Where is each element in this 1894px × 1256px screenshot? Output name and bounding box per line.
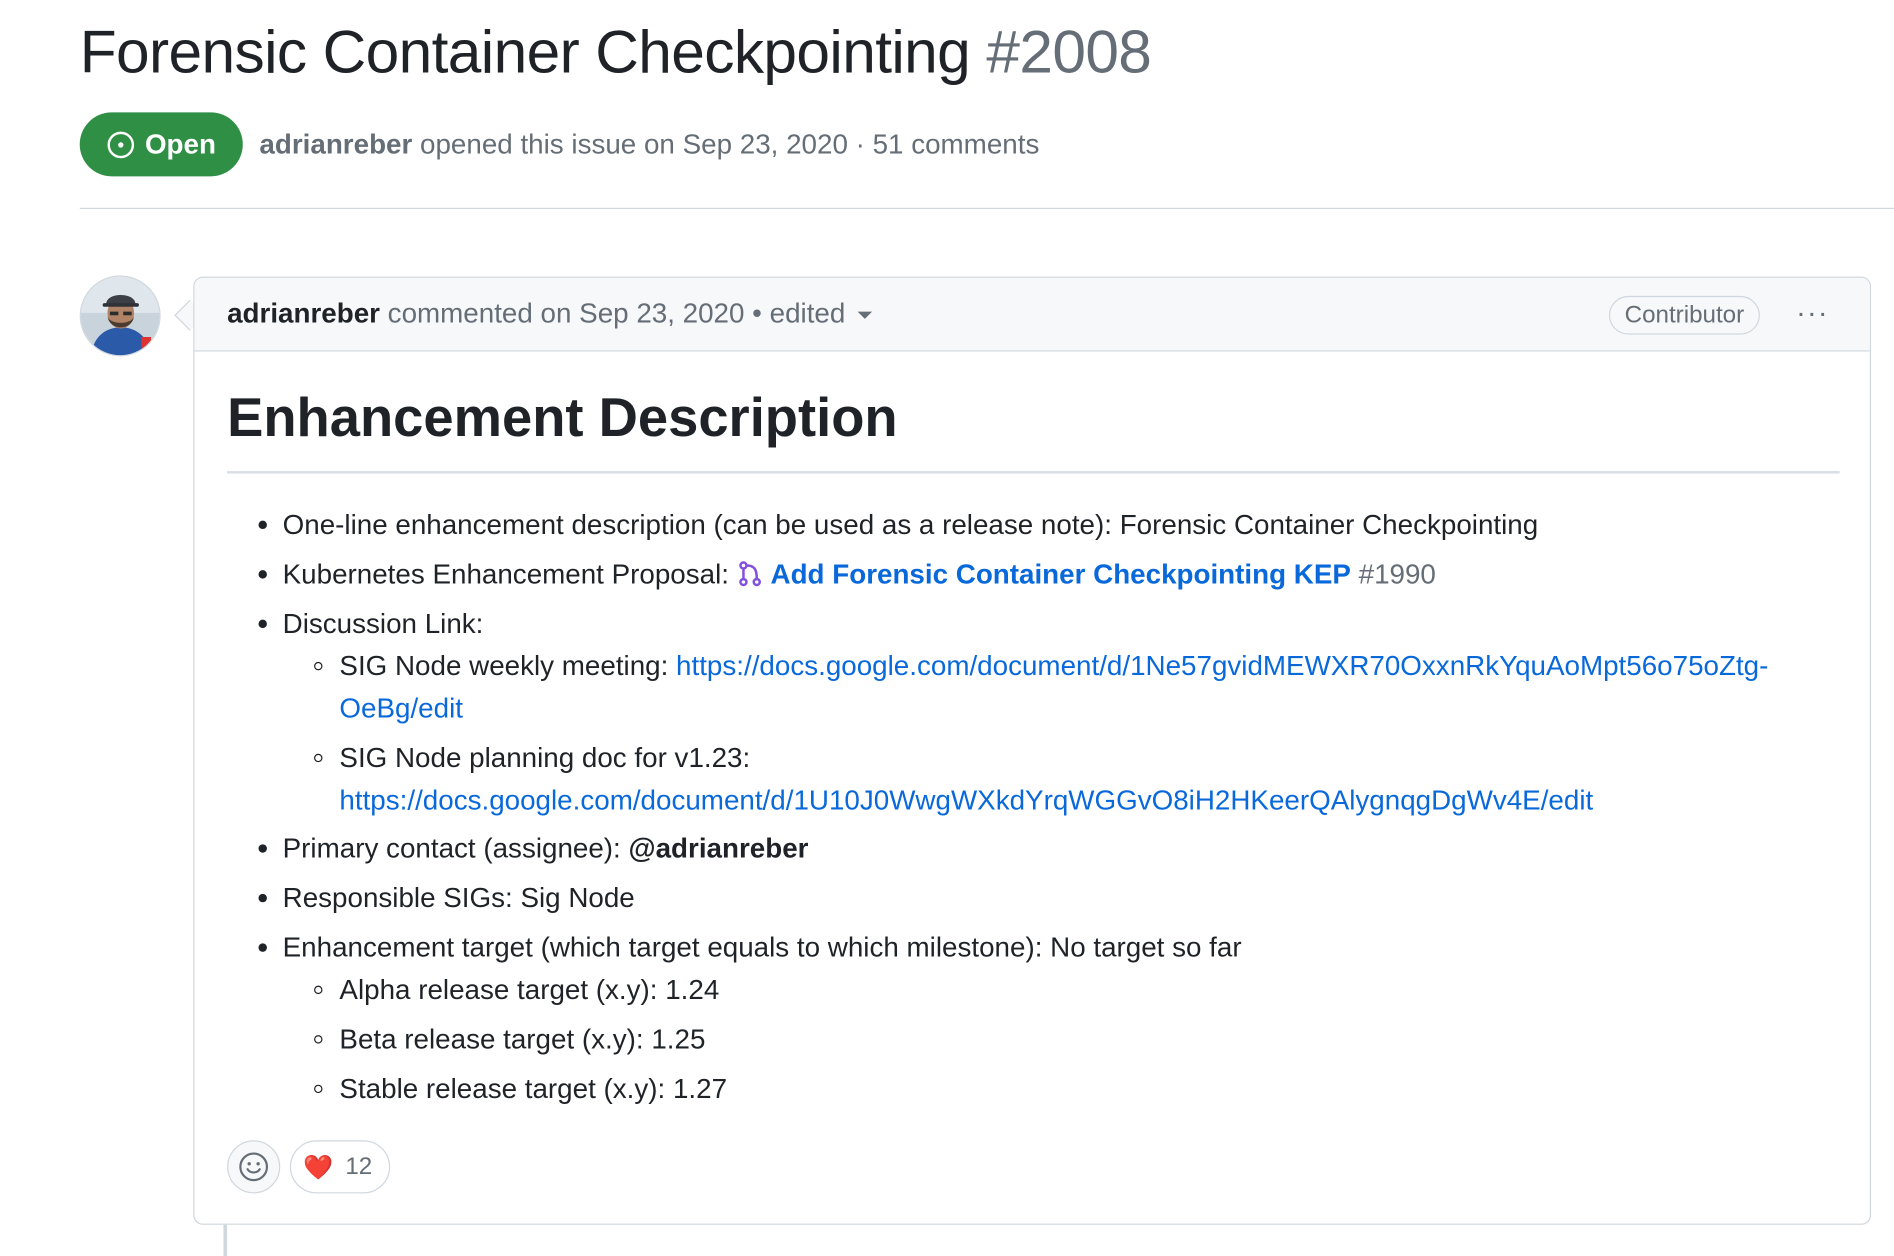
comment-byline: adrianreber commented on Sep 23, 2020 • … — [227, 297, 872, 330]
sub-item-alpha: Alpha release target (x.y): 1.24 — [339, 973, 720, 1005]
sub-item-planning-link: https://docs.google.com/document/d/1U10J… — [339, 784, 1593, 817]
issue-opened-icon — [107, 131, 135, 158]
sub-bullet — [314, 1084, 323, 1094]
heading-rule — [227, 471, 1840, 473]
timeline-line — [223, 1224, 228, 1256]
comment-header: adrianreber commented on Sep 23, 2020 • … — [194, 277, 1870, 352]
reactions-row: ❤️ 12 — [227, 1140, 391, 1194]
sub-item-beta: Beta release target (x.y): 1.25 — [339, 1023, 706, 1055]
kep-pr-number: #1990 — [1358, 558, 1436, 590]
kep-label: Kubernetes Enhancement Proposal: — [282, 558, 737, 590]
heart-reaction-button[interactable]: ❤️ 12 — [289, 1140, 391, 1194]
edited-label: • edited — [752, 297, 846, 329]
issue-title-text: Forensic Container Checkpointing — [79, 18, 971, 86]
contact-mention[interactable]: @adrianreber — [629, 832, 809, 863]
comment-heading: Enhancement Description — [227, 386, 898, 449]
add-reaction-button[interactable] — [227, 1140, 281, 1194]
contributor-badge: Contributor — [1608, 295, 1760, 335]
heart-count: 12 — [345, 1152, 373, 1180]
issue-title: Forensic Container Checkpointing #2008 — [80, 17, 1152, 87]
sub-item-stable: Stable release target (x.y): 1.27 — [339, 1072, 728, 1105]
weekly-meeting-link[interactable]: https://docs.google.com/document/d/1Ne57… — [676, 650, 1768, 681]
list-item-kep: Kubernetes Enhancement Proposal: Add For… — [283, 558, 1436, 591]
bullet — [258, 520, 267, 530]
avatar[interactable] — [79, 275, 161, 357]
sub-bullet — [314, 985, 323, 995]
list-item-target: Enhancement target (which target equals … — [282, 931, 1242, 963]
issue-meta-details: opened this issue on Sep 23, 2020 · 51 c… — [420, 128, 1040, 160]
header-divider — [79, 207, 1894, 209]
kep-pr-link[interactable]: Add Forensic Container Checkpointing KEP — [771, 558, 1351, 589]
list-item-sigs: Responsible SIGs: Sig Node — [282, 881, 635, 914]
bullet — [258, 893, 267, 903]
weekly-meeting-link-cont[interactable]: OeBg/edit — [339, 692, 463, 723]
kebab-icon[interactable]: ··· — [1796, 297, 1829, 331]
caret-down-icon — [857, 311, 872, 319]
bullet — [258, 844, 267, 853]
issue-page: Forensic Container Checkpointing #2008 O… — [0, 0, 1894, 1256]
comment-meta: commented on Sep 23, 2020 — [387, 297, 745, 329]
heart-icon: ❤️ — [303, 1154, 334, 1181]
issue-meta-text: adrianreber opened this issue on Sep 23,… — [259, 128, 1039, 161]
smiley-icon — [239, 1152, 269, 1182]
sub-item-weekly: SIG Node weekly meeting: https://docs.go… — [339, 650, 1768, 683]
list-item-one-line: One-line enhancement description (can be… — [282, 508, 1539, 540]
weekly-label: SIG Node weekly meeting: — [339, 649, 677, 682]
list-item-discussion: Discussion Link: — [282, 607, 484, 639]
comment-author-link[interactable]: adrianreber — [227, 297, 380, 328]
bullet — [258, 570, 267, 579]
issue-author-link[interactable]: adrianreber — [259, 128, 412, 159]
bullet — [258, 943, 267, 952]
avatar-image — [80, 276, 160, 356]
git-pull-request-icon — [739, 561, 761, 587]
contact-label: Primary contact (assignee): — [282, 832, 629, 864]
bullet — [258, 619, 267, 629]
edited-dropdown[interactable]: • edited — [752, 297, 872, 329]
sub-bullet — [314, 753, 323, 763]
planning-doc-link[interactable]: https://docs.google.com/document/d/1U10J… — [339, 784, 1593, 815]
issue-meta: Open adrianreber opened this issue on Se… — [79, 112, 1039, 177]
issue-number: #2008 — [986, 18, 1152, 86]
comment-box: adrianreber commented on Sep 23, 2020 • … — [193, 276, 1872, 1225]
sub-item-planning: SIG Node planning doc for v1.23: — [339, 741, 751, 774]
sub-bullet — [314, 661, 323, 671]
sub-bullet — [314, 1035, 323, 1044]
list-item-contact: Primary contact (assignee): @adrianreber — [283, 832, 809, 865]
state-badge: Open — [79, 112, 243, 177]
sub-item-weekly-cont: OeBg/edit — [339, 692, 463, 725]
state-label: Open — [144, 128, 216, 160]
